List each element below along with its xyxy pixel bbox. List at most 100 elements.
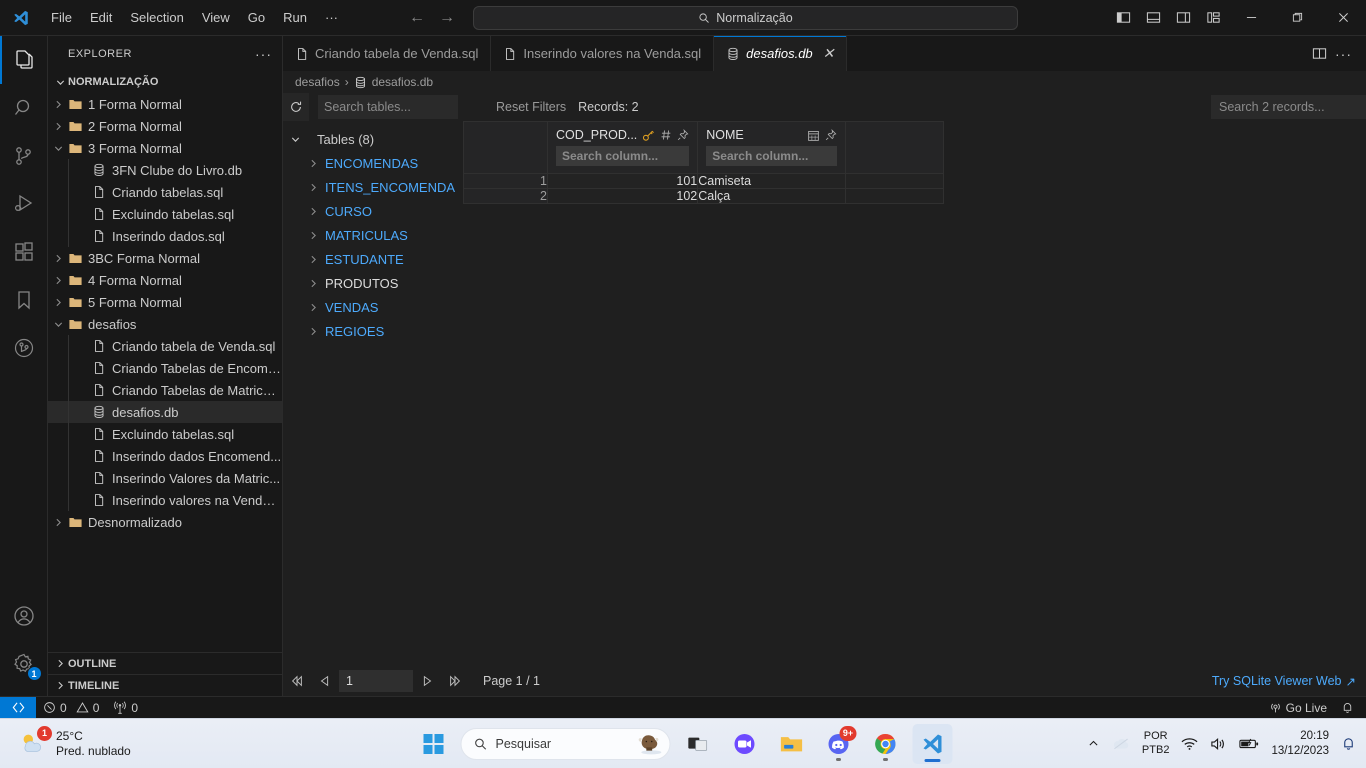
menu-go[interactable]: Go — [240, 7, 273, 28]
notifications-bell-icon[interactable] — [1341, 736, 1356, 751]
start-button[interactable] — [414, 724, 454, 764]
minimize-button[interactable] — [1228, 0, 1274, 36]
forward-arrow-icon[interactable]: → — [439, 9, 455, 26]
chevron-right-icon[interactable] — [305, 320, 321, 342]
activity-extensions-icon[interactable] — [0, 228, 48, 276]
menu-selection[interactable]: Selection — [122, 7, 191, 28]
tree-file-row[interactable]: Inserindo Valores da Matric... — [48, 467, 282, 489]
editor-tab[interactable]: desafios.db ✕ — [714, 36, 848, 71]
tree-folder-row[interactable]: 4 Forma Normal — [48, 269, 282, 291]
column-search-input[interactable]: Search column... — [706, 146, 838, 166]
sqlite-table-row[interactable]: CURSO — [283, 199, 463, 223]
tab-close-icon[interactable]: ✕ — [823, 45, 835, 62]
chevron-right-icon[interactable] — [50, 511, 66, 533]
taskbar-search-box[interactable]: Pesquisar — [460, 727, 671, 760]
sqlite-table-row[interactable]: REGIOES — [283, 319, 463, 343]
chevron-right-icon[interactable] — [50, 269, 66, 291]
activity-run-debug-icon[interactable] — [0, 180, 48, 228]
chevron-right-icon[interactable] — [50, 247, 66, 269]
tree-folder-row[interactable]: 3BC Forma Normal — [48, 247, 282, 269]
sqlite-table-row[interactable]: PRODUTOS — [283, 271, 463, 295]
chevron-right-icon[interactable] — [50, 93, 66, 115]
onedrive-icon[interactable] — [1112, 737, 1130, 751]
menu-edit[interactable]: Edit — [82, 7, 120, 28]
show-hidden-icons-chevron-icon[interactable] — [1087, 737, 1100, 750]
search-tables-input[interactable]: Search tables... — [318, 95, 458, 119]
tree-folder-row[interactable]: desafios — [48, 313, 282, 335]
previous-page-button[interactable] — [311, 666, 339, 696]
menu-run[interactable]: Run — [275, 7, 315, 28]
chevron-right-icon[interactable] — [50, 291, 66, 313]
close-window-button[interactable] — [1320, 0, 1366, 36]
sqlite-table-row[interactable]: VENDAS — [283, 295, 463, 319]
breadcrumb-file[interactable]: desafios.db — [372, 75, 433, 89]
breadcrumb-folder[interactable]: desafios — [295, 75, 340, 89]
page-number-input[interactable]: 1 — [339, 670, 413, 692]
tree-file-row[interactable]: Criando Tabelas de Matricul... — [48, 379, 282, 401]
vscode-icon[interactable] — [912, 723, 953, 764]
sqlite-table-name[interactable]: PRODUTOS — [325, 276, 398, 291]
sqlite-table-row[interactable]: ITENS_ENCOMENDA — [283, 175, 463, 199]
next-page-button[interactable] — [413, 666, 441, 696]
file-explorer-icon[interactable] — [772, 724, 812, 764]
chevron-right-icon[interactable] — [305, 152, 321, 174]
tree-file-row[interactable]: Excluindo tabelas.sql — [48, 423, 282, 445]
toggle-primary-sidebar-button[interactable] — [1108, 3, 1138, 33]
chevron-right-icon[interactable] — [305, 200, 321, 222]
editor-tab[interactable]: Criando tabela de Venda.sql — [283, 36, 492, 71]
last-page-button[interactable] — [441, 666, 469, 696]
chevron-right-icon[interactable] — [305, 248, 321, 270]
tables-group-row[interactable]: Tables (8) — [283, 127, 463, 151]
tree-folder-row[interactable]: 3 Forma Normal — [48, 137, 282, 159]
menu-view[interactable]: View — [194, 7, 238, 28]
sqlite-table-name[interactable]: CURSO — [325, 204, 372, 219]
activity-account-icon[interactable] — [0, 592, 48, 640]
try-sqlite-viewer-web-link[interactable]: Try SQLite Viewer Web ↗ — [1212, 674, 1356, 689]
tree-folder-row[interactable]: 5 Forma Normal — [48, 291, 282, 313]
tree-folder-row[interactable]: 1 Forma Normal — [48, 93, 282, 115]
search-records-input[interactable]: Search 2 records... — [1211, 95, 1366, 119]
go-live-button[interactable]: Go Live — [1262, 697, 1334, 719]
column-header-nome[interactable]: NOME Search column... — [697, 121, 847, 174]
tree-file-row[interactable]: Criando tabela de Venda.sql — [48, 335, 282, 357]
clock[interactable]: 20:19 13/12/2023 — [1271, 729, 1329, 759]
tree-file-row[interactable]: Excluindo tabelas.sql — [48, 203, 282, 225]
sqlite-table-row[interactable]: MATRICULAS — [283, 223, 463, 247]
tree-file-row[interactable]: Criando Tabelas de Encome... — [48, 357, 282, 379]
back-arrow-icon[interactable]: ← — [409, 9, 425, 26]
chevron-right-icon[interactable] — [305, 296, 321, 318]
cell-cod-prod[interactable]: 101 — [546, 173, 699, 189]
activity-search-icon[interactable] — [0, 84, 48, 132]
teams-icon[interactable] — [725, 724, 765, 764]
problems-status[interactable]: 0 0 — [36, 697, 106, 719]
sqlite-table-name[interactable]: VENDAS — [325, 300, 378, 315]
cell-nome[interactable]: Calça — [697, 188, 847, 204]
chrome-icon[interactable] — [866, 724, 906, 764]
volume-icon[interactable] — [1210, 737, 1227, 751]
menu-more[interactable]: ··· — [317, 7, 346, 28]
editor-more-actions-icon[interactable]: ··· — [1331, 46, 1356, 62]
ports-status[interactable]: 0 — [106, 697, 145, 719]
chevron-down-icon[interactable] — [50, 313, 66, 335]
activity-bookmarks-icon[interactable] — [0, 276, 48, 324]
reset-filters-button[interactable]: Reset Filters — [496, 93, 574, 121]
chevron-right-icon[interactable] — [305, 176, 321, 198]
discord-icon[interactable]: 9+ — [819, 724, 859, 764]
sqlite-table-name[interactable]: MATRICULAS — [325, 228, 408, 243]
table-row[interactable]: 1 101 Camiseta — [463, 173, 945, 189]
maximize-button[interactable] — [1274, 0, 1320, 36]
activity-settings-icon[interactable]: 1 — [0, 640, 48, 688]
chevron-right-icon[interactable] — [305, 272, 321, 294]
toggle-panel-button[interactable] — [1138, 3, 1168, 33]
sqlite-table-name[interactable]: ITENS_ENCOMENDA — [325, 180, 455, 195]
split-editor-icon[interactable] — [1312, 46, 1327, 61]
explorer-more-actions-icon[interactable]: ··· — [255, 46, 272, 62]
cell-cod-prod[interactable]: 102 — [546, 188, 699, 204]
sqlite-table-row[interactable]: ENCOMENDAS — [283, 151, 463, 175]
language-indicator[interactable]: POR PTB2 — [1142, 730, 1170, 756]
column-search-input[interactable]: Search column... — [556, 146, 690, 166]
refresh-icon[interactable] — [283, 93, 310, 121]
tree-file-row[interactable]: Criando tabelas.sql — [48, 181, 282, 203]
table-row[interactable]: 2 102 Calça — [463, 188, 945, 204]
customize-layout-button[interactable] — [1198, 3, 1228, 33]
